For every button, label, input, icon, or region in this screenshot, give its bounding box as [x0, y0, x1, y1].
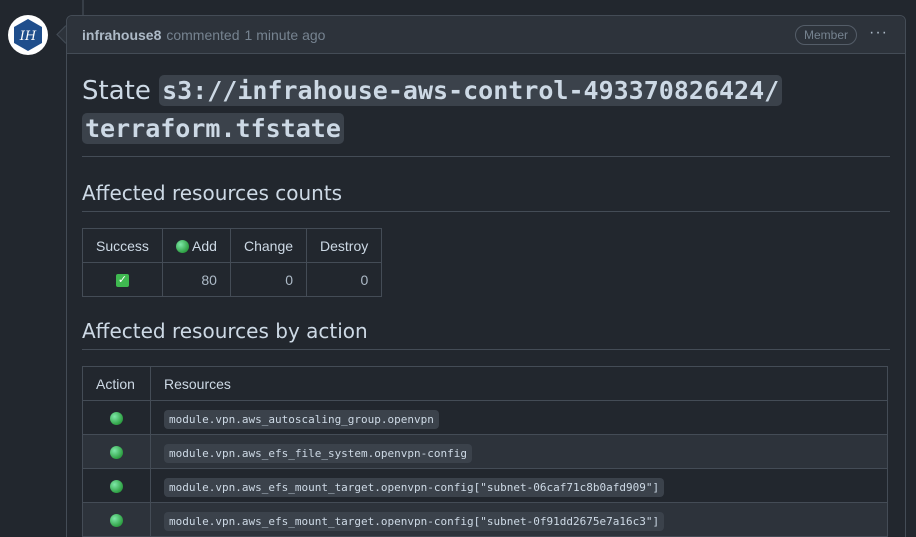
author-link[interactable]: infrahouse8 [82, 27, 161, 43]
state-heading: State s3://infrahouse-aws-control-493370… [82, 72, 890, 157]
resource-cell: module.vpn.aws_autoscaling_group.openvpn [150, 400, 888, 435]
green-dot-icon [175, 240, 189, 254]
table-row: module.vpn.aws_autoscaling_group.openvpn [82, 400, 888, 435]
resource-cell: module.vpn.aws_efs_file_system.openvpn-c… [150, 434, 888, 469]
comment-header: infrahouse8 commented 1 minute ago Membe… [67, 16, 905, 54]
header-resources: Resources [150, 366, 888, 401]
green-dot-icon [110, 514, 123, 528]
resource-name: module.vpn.aws_efs_mount_target.openvpn-… [164, 477, 665, 497]
avatar[interactable]: IH [8, 15, 48, 55]
state-prefix: State [82, 76, 151, 106]
header-success: Success [82, 228, 163, 263]
check-icon: ✓ [115, 274, 129, 288]
commented-text: commented [166, 26, 240, 43]
state-path-line2: terraform.tfstate [82, 113, 344, 144]
green-dot-icon [110, 412, 123, 426]
header-add: Add [161, 228, 231, 263]
header-change: Change [229, 228, 308, 263]
success-cell: ✓ [82, 262, 163, 297]
comment-box: infrahouse8 commented 1 minute ago Membe… [66, 15, 906, 537]
resource-cell: module.vpn.aws_efs_mount_target.openvpn-… [150, 468, 888, 503]
resource-name: module.vpn.aws_autoscaling_group.openvpn [164, 409, 439, 429]
add-count: 80 [161, 262, 231, 297]
more-options-button[interactable]: ··· [869, 24, 888, 42]
table-row: module.vpn.aws_efs_mount_target.openvpn-… [82, 502, 888, 537]
comment-body: State s3://infrahouse-aws-control-493370… [67, 54, 905, 537]
green-dot-icon [110, 446, 123, 460]
table-row: module.vpn.aws_efs_mount_target.openvpn-… [82, 468, 888, 503]
avatar-logo-icon: IH [14, 19, 42, 51]
avatar-initials: IH [19, 29, 37, 44]
page: IH infrahouse8 commented 1 minute ago Me… [0, 0, 916, 537]
header-add-label: Add [192, 237, 217, 254]
header-destroy: Destroy [306, 228, 383, 263]
header-action: Action [82, 366, 151, 401]
action-cell [82, 400, 151, 435]
state-path-line1: s3://infrahouse-aws-control-493370826424… [159, 75, 783, 106]
resource-name: module.vpn.aws_efs_mount_target.openvpn-… [164, 511, 665, 531]
counts-heading: Affected resources counts [82, 181, 890, 212]
action-cell [82, 468, 151, 503]
counts-table: Success Add Change Destroy ✓ 80 0 0 [82, 228, 383, 297]
resource-cell: module.vpn.aws_efs_mount_target.openvpn-… [150, 502, 888, 537]
action-cell [82, 434, 151, 469]
timestamp-link[interactable]: 1 minute ago [245, 27, 326, 43]
green-dot-icon [110, 480, 123, 494]
actions-heading: Affected resources by action [82, 319, 890, 350]
table-row: module.vpn.aws_efs_file_system.openvpn-c… [82, 434, 888, 469]
resource-name: module.vpn.aws_efs_file_system.openvpn-c… [164, 443, 473, 463]
member-badge: Member [794, 25, 857, 45]
change-count: 0 [229, 262, 308, 297]
action-cell [82, 502, 151, 537]
actions-table: Action Resources module.vpn.aws_autoscal… [82, 366, 888, 537]
destroy-count: 0 [306, 262, 383, 297]
